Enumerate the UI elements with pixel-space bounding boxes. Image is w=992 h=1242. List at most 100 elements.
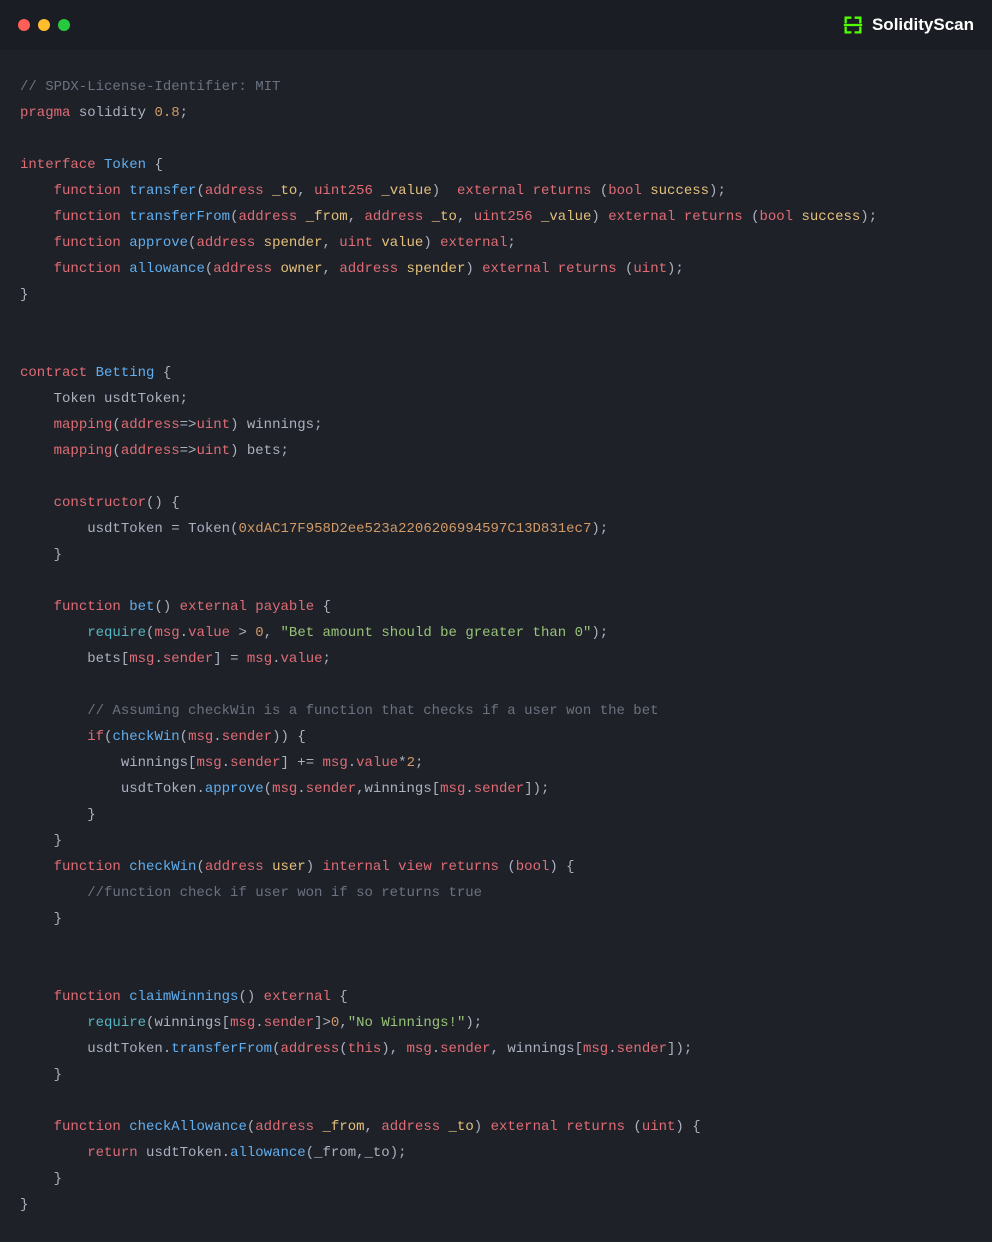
- code-param: success: [650, 183, 709, 199]
- code-punct: }: [20, 1197, 28, 1213]
- code-punct: ,: [297, 183, 305, 199]
- code-text: ] =: [213, 651, 247, 667]
- code-keyword: returns: [558, 261, 617, 277]
- code-prop: value: [188, 625, 230, 641]
- code-func: transferFrom: [171, 1041, 272, 1057]
- code-prop: sender: [306, 781, 356, 797]
- code-punct: ),: [381, 1041, 398, 1057]
- code-keyword: external: [457, 183, 524, 199]
- code-type: address: [205, 183, 264, 199]
- code-param: value: [381, 235, 423, 251]
- code-keyword: function: [54, 261, 121, 277]
- code-prop: sender: [264, 1015, 314, 1031]
- code-keyword: function: [54, 859, 121, 875]
- code-punct: (: [196, 183, 204, 199]
- code-type: address: [205, 859, 264, 875]
- code-keyword: external: [482, 261, 549, 277]
- code-punct: (): [238, 989, 255, 1005]
- code-func: claimWinnings: [129, 989, 238, 1005]
- code-punct: .: [154, 651, 162, 667]
- code-prop: msg: [188, 729, 213, 745]
- code-keyword: return: [87, 1145, 137, 1161]
- code-prop: msg: [440, 781, 465, 797]
- code-keyword: external: [180, 599, 247, 615]
- code-punct: }: [20, 287, 28, 303]
- code-punct: ,: [264, 625, 272, 641]
- code-punct: (: [112, 417, 120, 433]
- code-punct: ): [474, 1119, 482, 1135]
- code-punct: );: [465, 1015, 482, 1031]
- titlebar: SolidityScan: [0, 0, 992, 50]
- code-keyword: returns: [440, 859, 499, 875]
- code-punct: .: [432, 1041, 440, 1057]
- code-keyword: returns: [533, 183, 592, 199]
- code-type: Token: [104, 157, 146, 173]
- code-param: _value: [541, 209, 591, 225]
- close-button[interactable]: [18, 19, 30, 31]
- code-keyword: external: [491, 1119, 558, 1135]
- code-punct: {: [339, 989, 347, 1005]
- code-type: uint: [633, 261, 667, 277]
- code-punct: ;: [280, 443, 288, 459]
- code-type: bool: [759, 209, 793, 225]
- code-func: bet: [129, 599, 154, 615]
- code-punct: .: [272, 651, 280, 667]
- code-keyword: external: [608, 209, 675, 225]
- code-punct: ): [423, 235, 431, 251]
- code-punct: .: [608, 1041, 616, 1057]
- code-param: spender: [264, 235, 323, 251]
- code-punct: );: [667, 261, 684, 277]
- code-type: bool: [516, 859, 550, 875]
- code-func: approve: [129, 235, 188, 251]
- code-punct: (: [633, 1119, 641, 1135]
- code-punct: (: [180, 729, 188, 745]
- code-punct: );: [860, 209, 877, 225]
- code-func: allowance: [230, 1145, 306, 1161]
- code-text: usdtToken.: [146, 1145, 230, 1161]
- code-var: winnings: [247, 417, 314, 433]
- minimize-button[interactable]: [38, 19, 50, 31]
- code-punct: (): [154, 599, 171, 615]
- code-text: winnings[: [154, 1015, 230, 1031]
- code-punct: ;: [415, 755, 423, 771]
- code-editor[interactable]: // SPDX-License-Identifier: MIT pragma s…: [0, 50, 992, 1242]
- code-type: address: [381, 1119, 440, 1135]
- code-number: 0: [255, 625, 263, 641]
- code-comment: // Assuming checkWin is a function that …: [87, 703, 658, 719]
- code-func: checkWin: [112, 729, 179, 745]
- code-param: success: [801, 209, 860, 225]
- code-comment: //function check if user won if so retur…: [87, 885, 482, 901]
- code-punct: .: [213, 729, 221, 745]
- code-var: bets: [247, 443, 281, 459]
- code-punct: .: [348, 755, 356, 771]
- code-param: user: [272, 859, 306, 875]
- code-punct: .: [180, 625, 188, 641]
- code-text: Token(: [188, 521, 238, 537]
- code-punct: {: [323, 599, 331, 615]
- code-type: address: [255, 1119, 314, 1135]
- code-punct: )) {: [272, 729, 306, 745]
- brand: SolidityScan: [842, 14, 974, 36]
- code-punct: *: [398, 755, 406, 771]
- code-prop: value: [356, 755, 398, 771]
- code-punct: ): [230, 443, 238, 459]
- code-text: winnings[: [121, 755, 197, 771]
- code-func: checkWin: [129, 859, 196, 875]
- code-prop: msg: [323, 755, 348, 771]
- code-func: checkAllowance: [129, 1119, 247, 1135]
- editor-window: SolidityScan // SPDX-License-Identifier:…: [0, 0, 992, 1200]
- code-punct: );: [591, 521, 608, 537]
- code-prop: msg: [230, 1015, 255, 1031]
- code-punct: {: [163, 365, 171, 381]
- maximize-button[interactable]: [58, 19, 70, 31]
- code-punct: ;: [507, 235, 515, 251]
- code-punct: (: [264, 781, 272, 797]
- code-keyword: pragma: [20, 105, 70, 121]
- code-punct: ) {: [675, 1119, 700, 1135]
- code-string: "Bet amount should be greater than 0": [281, 625, 592, 641]
- code-comment: // SPDX-License-Identifier: MIT: [20, 79, 280, 95]
- code-keyword: function: [54, 599, 121, 615]
- code-keyword: function: [54, 235, 121, 251]
- code-prop: msg: [407, 1041, 432, 1057]
- code-keyword: interface: [20, 157, 96, 173]
